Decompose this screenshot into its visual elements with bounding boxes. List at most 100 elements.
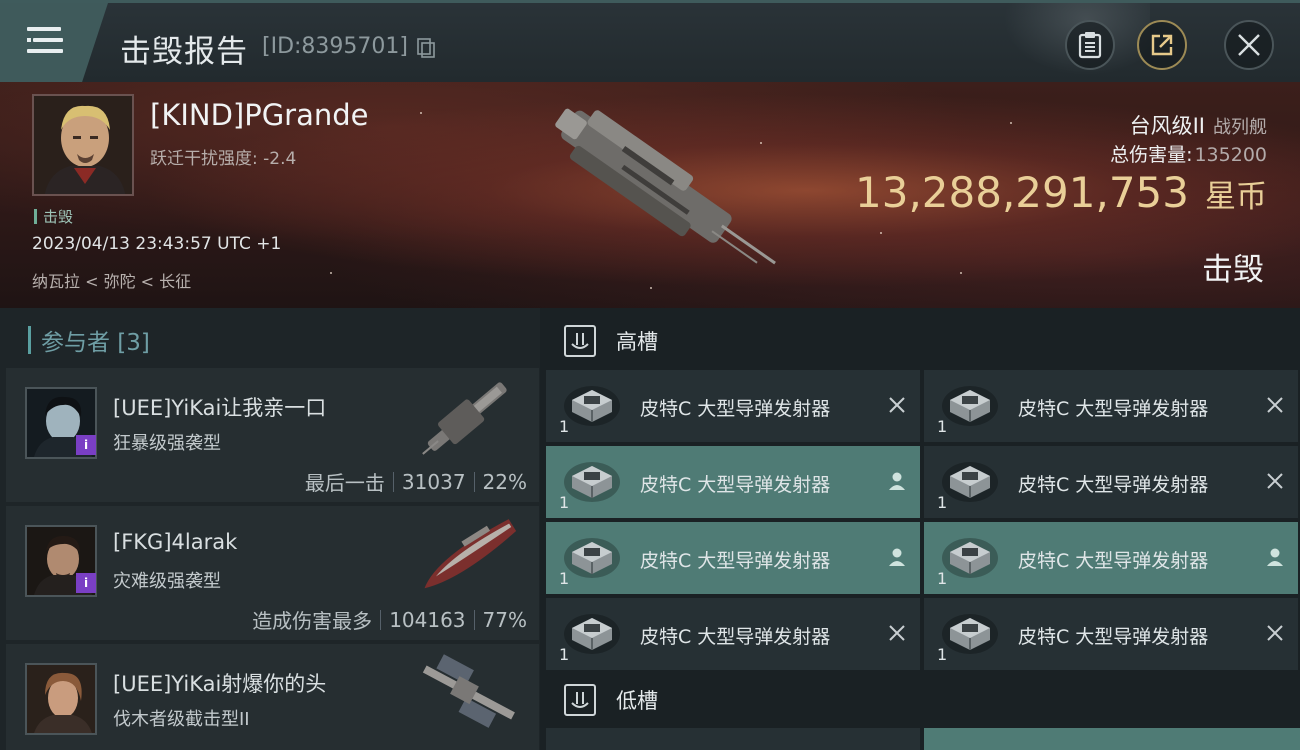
dropped-person-icon	[1267, 548, 1283, 566]
victim-ship-image[interactable]	[505, 94, 795, 284]
victim-ship-class[interactable]: 台风级II 战列舰	[1130, 110, 1267, 140]
participants-header: 参与者 [3]	[28, 322, 150, 358]
attacker-avatar	[27, 665, 95, 733]
module-quantity: 1	[559, 569, 570, 588]
module-slot[interactable]: 1 皮特C 大型导弹发射器	[924, 598, 1298, 670]
destroyed-x-icon	[889, 397, 905, 413]
module-quantity: 1	[559, 417, 570, 436]
low-slot-icon	[564, 684, 596, 716]
module-quantity: 1	[937, 645, 948, 664]
victim-name[interactable]: [KIND]PGrande	[150, 98, 369, 132]
victim-banner: [KIND]PGrande 跃迁干扰强度: -2.4 击毁 2023/04/13…	[0, 82, 1300, 308]
missile-launcher-icon	[942, 462, 998, 502]
close-button[interactable]	[1224, 20, 1274, 70]
module-quantity: 1	[937, 417, 948, 436]
destroyed-x-icon	[1267, 625, 1283, 641]
corp-badge-icon: i	[76, 573, 96, 593]
kill-location[interactable]: 纳瓦拉 < 弥陀 < 长征	[32, 268, 191, 292]
destroyed-x-icon	[1267, 473, 1283, 489]
module-name: 皮特C 大型导弹发射器	[640, 626, 831, 648]
attacker-stats: 最后一击 31037 22%	[305, 467, 527, 496]
module-slot[interactable]: 1 皮特C 大型导弹发射器	[924, 522, 1298, 594]
missile-launcher-icon	[564, 538, 620, 578]
missile-launcher-icon	[942, 386, 998, 426]
share-button[interactable]	[1137, 20, 1187, 70]
attacker-name[interactable]: [FKG]4larak	[113, 530, 237, 554]
clipboard-icon	[1078, 32, 1102, 59]
isk-unit: 星币	[1205, 179, 1267, 215]
attacker-ship: 狂暴级强袭型	[113, 433, 221, 454]
module-name: 皮特C 大型导弹发射器	[1018, 550, 1209, 572]
total-damage: 总伤害量: 135200	[1110, 140, 1267, 167]
ship-category: 战列舰	[1213, 117, 1267, 138]
clipboard-button[interactable]	[1065, 20, 1115, 70]
missile-launcher-icon	[942, 614, 998, 654]
module-quantity: 1	[937, 493, 948, 512]
low-slot-row-partial[interactable]	[546, 728, 920, 750]
close-icon	[1238, 34, 1260, 56]
status-indicator: 击毁	[34, 206, 73, 227]
attacker-name[interactable]: [UEE]YiKai让我亲一口	[113, 392, 326, 422]
isk-amount: 13,288,291,753	[855, 168, 1189, 217]
attacker-name[interactable]: [UEE]YiKai射爆你的头	[113, 668, 326, 698]
missile-launcher-icon	[564, 614, 620, 654]
high-slot-header: 高槽	[546, 311, 1300, 371]
attacker-row[interactable]: [UEE]YiKai射爆你的头 伐木者级截击型II	[6, 644, 539, 750]
module-slot[interactable]: 1 皮特C 大型导弹发射器	[546, 370, 920, 442]
missile-launcher-icon	[942, 538, 998, 578]
module-slot[interactable]: 1 皮特C 大型导弹发射器	[924, 370, 1298, 442]
missile-launcher-icon	[564, 386, 620, 426]
destroyed-x-icon	[889, 625, 905, 641]
high-slot-label: 高槽	[616, 330, 658, 354]
attacker-percent: 22%	[482, 469, 527, 494]
attacker-row[interactable]: i [UEE]YiKai让我亲一口 狂暴级强袭型 最后一击 31037 22%	[6, 368, 539, 502]
module-quantity: 1	[937, 569, 948, 588]
low-slot-row-partial[interactable]	[924, 728, 1300, 750]
copy-id-icon[interactable]	[417, 38, 435, 58]
module-quantity: 1	[559, 493, 570, 512]
high-slot-icon	[564, 325, 596, 357]
status-label: 击毁	[43, 208, 74, 226]
module-name: 皮特C 大型导弹发射器	[1018, 474, 1209, 496]
module-name: 皮特C 大型导弹发射器	[640, 550, 831, 572]
module-name: 皮特C 大型导弹发射器	[640, 474, 831, 496]
share-icon	[1151, 34, 1173, 56]
victim-portrait[interactable]	[32, 94, 134, 196]
attacker-ship: 伐木者级截击型II	[113, 709, 250, 730]
total-damage-value: 135200	[1194, 144, 1267, 166]
attacker-stats: 造成伤害最多 104163 77%	[252, 605, 527, 634]
isk-value: 13,288,291,753 星币	[855, 168, 1267, 217]
attacker-note: 最后一击	[304, 471, 385, 495]
attacker-ship-image[interactable]	[409, 510, 527, 598]
module-slot[interactable]: 1 皮特C 大型导弹发射器	[546, 598, 920, 670]
report-id: [ID:8395701]	[262, 34, 408, 59]
attacker-ship-image[interactable]	[409, 372, 527, 460]
low-slot-label: 低槽	[616, 689, 658, 713]
attacker-ship-image[interactable]	[409, 648, 527, 736]
attacker-note: 造成伤害最多	[252, 609, 373, 633]
attacker-row[interactable]: i [FKG]4larak 灾难级强袭型 造成伤害最多 104163 77%	[6, 506, 539, 640]
dropped-person-icon	[889, 548, 905, 566]
missile-launcher-icon	[564, 462, 620, 502]
participants-title: 参与者 [3]	[41, 330, 150, 356]
low-slot-header: 低槽	[546, 670, 1300, 730]
attacker-portrait[interactable]	[25, 663, 97, 735]
total-damage-label: 总伤害量:	[1110, 144, 1193, 166]
kill-timestamp: 2023/04/13 23:43:57 UTC +1	[32, 234, 282, 254]
ship-name: 台风级II	[1129, 114, 1205, 138]
menu-button[interactable]	[0, 3, 108, 82]
top-bar: 击毁报告 [ID:8395701]	[0, 0, 1300, 85]
dropped-person-icon	[889, 472, 905, 490]
module-name: 皮特C 大型导弹发射器	[640, 398, 831, 420]
fitting-panel: 高槽 1 皮特C 大型导弹发射器 1 皮特C 大型导弹发射器 1 皮特C 大型导弹发射器 1…	[540, 308, 1300, 750]
module-name: 皮特C 大型导弹发射器	[1018, 398, 1209, 420]
module-slot[interactable]: 1 皮特C 大型导弹发射器	[546, 522, 920, 594]
module-slot[interactable]: 1 皮特C 大型导弹发射器	[924, 446, 1298, 518]
page-title: 击毁报告	[120, 34, 248, 70]
attacker-percent: 77%	[482, 607, 527, 632]
outcome-label: 击毁	[1202, 252, 1264, 288]
module-quantity: 1	[559, 645, 570, 664]
module-slot[interactable]: 1 皮特C 大型导弹发射器	[546, 446, 920, 518]
corp-badge-icon: i	[76, 435, 96, 455]
attacker-damage: 104163	[389, 607, 466, 632]
